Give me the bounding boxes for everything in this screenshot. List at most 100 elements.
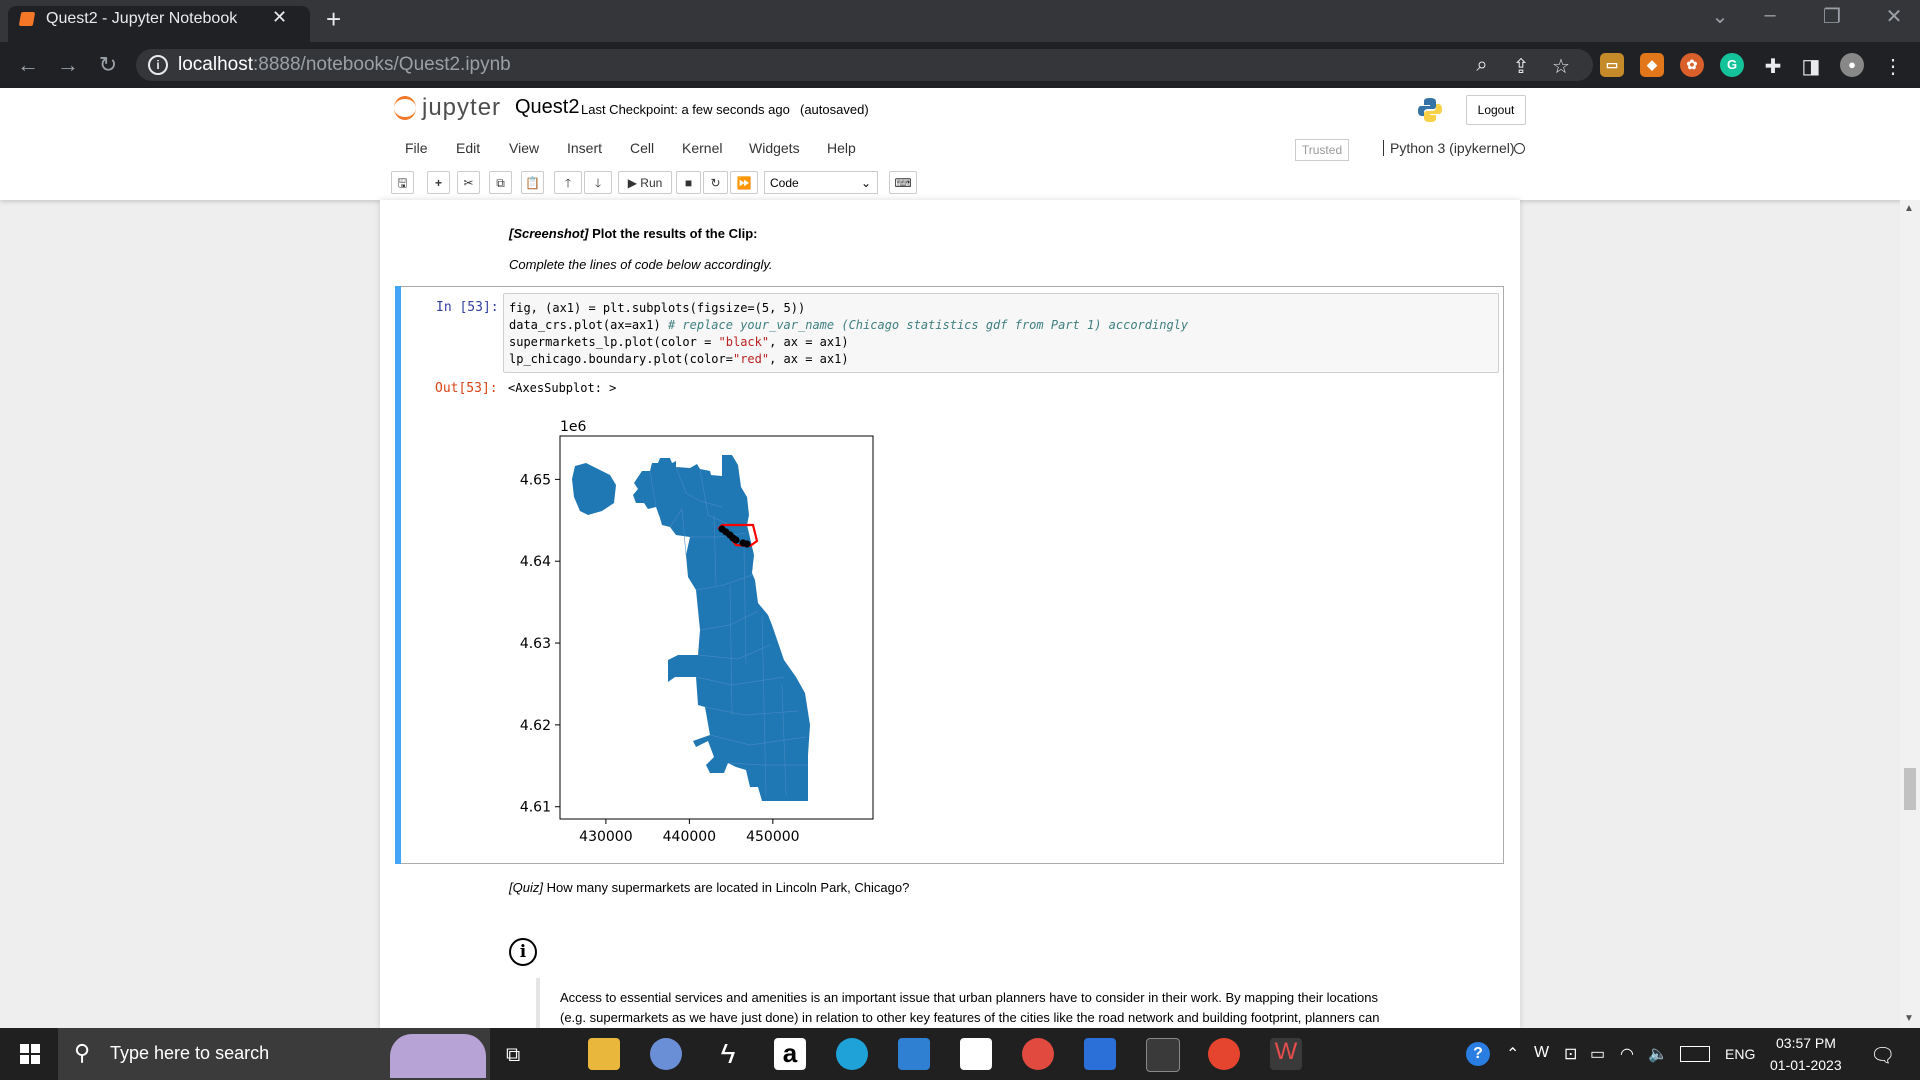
extension-folder-icon[interactable]: ▭	[1600, 53, 1624, 77]
code-line-2-comment: # replace your_var_name (Chicago statist…	[667, 318, 1189, 332]
scroll-up-icon[interactable]: ▲	[1904, 203, 1914, 214]
save-icon[interactable]: 🖫	[391, 171, 414, 194]
tray-chevron-up-icon[interactable]: ⌃	[1506, 1044, 1519, 1064]
command-palette-keyboard-icon[interactable]: ⌨	[889, 171, 917, 194]
y-tick-label: 4.61	[520, 800, 551, 816]
jupyter-logo-text[interactable]: jupyter	[422, 94, 501, 122]
code-line-1: fig, (ax1) = plt.subplots(figsize=(5, 5)…	[509, 301, 805, 315]
tab-search-chevron-icon[interactable]: ⌄	[1700, 4, 1740, 29]
menu-cell[interactable]: Cell	[630, 140, 654, 156]
metamask-extension-icon[interactable]: ◆	[1640, 53, 1664, 77]
app-icon-paint[interactable]	[650, 1038, 682, 1070]
tray-app-icon[interactable]: W	[1534, 1044, 1549, 1062]
kernel-name[interactable]: Python 3 (ipykernel)	[1383, 140, 1515, 156]
chrome-icon[interactable]	[1208, 1038, 1240, 1070]
forward-icon[interactable]: →	[54, 52, 82, 78]
x-tick-label: 430000	[579, 829, 632, 845]
output-text: <AxesSubplot: >	[508, 381, 617, 395]
quiz-question: [Quiz] How many supermarkets are located…	[509, 880, 909, 895]
jupyter-logo-icon[interactable]	[394, 96, 416, 120]
scrollbar-thumb[interactable]	[1904, 768, 1916, 810]
mail-icon[interactable]	[898, 1038, 930, 1070]
site-info-icon[interactable]: i	[148, 55, 168, 75]
restart-run-all-icon[interactable]: ⏩	[730, 171, 758, 194]
app-icon-w[interactable]: W	[1270, 1038, 1302, 1070]
restart-icon[interactable]: ↻	[703, 171, 728, 194]
checkpoint-status: Last Checkpoint: a few seconds ago	[581, 102, 790, 117]
new-tab-icon[interactable]: +	[326, 4, 341, 35]
move-down-icon[interactable]: 🡓	[584, 171, 612, 194]
cut-icon[interactable]: ✂	[457, 171, 480, 194]
help-tray-icon[interactable]: ?	[1466, 1042, 1490, 1066]
extension-flower-icon[interactable]: ✿	[1680, 53, 1704, 77]
grammarly-icon[interactable]: G	[1720, 53, 1744, 77]
keyboard-icon[interactable]	[1680, 1046, 1710, 1062]
output-prompt: Out[53]:	[435, 381, 498, 396]
zoom-icon[interactable]: ⌕	[1469, 54, 1495, 77]
notifications-icon[interactable]: 🗨	[1870, 1043, 1895, 1068]
app-icon-bolt[interactable]: ϟ	[712, 1038, 744, 1070]
side-panel-icon[interactable]: ◨	[1798, 54, 1824, 79]
menu-file[interactable]: File	[405, 140, 428, 156]
minimize-icon[interactable]: –	[1750, 4, 1790, 27]
menu-kernel[interactable]: Kernel	[682, 140, 722, 156]
share-icon[interactable]: ⇪	[1508, 54, 1534, 79]
logout-button[interactable]: Logout	[1466, 95, 1526, 125]
screenshot-heading-text: Plot the results of the Clip:	[588, 226, 758, 241]
insert-cell-icon[interactable]: +	[427, 171, 450, 194]
menu-widgets[interactable]: Widgets	[749, 140, 800, 156]
run-play-icon: ▶	[627, 176, 637, 190]
edge-icon[interactable]	[836, 1038, 868, 1070]
markdown-heading: [Screenshot] Plot the results of the Cli…	[509, 226, 757, 241]
scroll-down-icon[interactable]: ▼	[1904, 1013, 1914, 1024]
notebook-name[interactable]: Quest2	[515, 96, 579, 119]
paste-icon[interactable]: 📋	[521, 171, 544, 194]
menu-edit[interactable]: Edit	[456, 140, 480, 156]
window-close-icon[interactable]: ✕	[1874, 4, 1914, 29]
menu-insert[interactable]: Insert	[567, 140, 602, 156]
volume-icon[interactable]: 🔈	[1648, 1044, 1668, 1064]
terminal-icon[interactable]	[1146, 1038, 1180, 1072]
chevron-down-icon: ⌄	[860, 176, 871, 190]
calendar-icon[interactable]	[1084, 1038, 1116, 1070]
menu-help[interactable]: Help	[827, 140, 856, 156]
browser-menu-icon[interactable]: ⋮	[1880, 54, 1906, 79]
amazon-icon[interactable]: a	[774, 1038, 806, 1070]
selected-cell-indicator	[395, 286, 401, 864]
trusted-badge[interactable]: Trusted	[1295, 139, 1349, 161]
wifi-icon[interactable]: ◠	[1620, 1044, 1634, 1064]
store-icon[interactable]	[960, 1038, 992, 1070]
page-scrollbar[interactable]	[1900, 200, 1920, 1028]
cell-type-select[interactable]: Code ⌄	[764, 171, 878, 194]
profile-avatar[interactable]: ●	[1840, 53, 1864, 77]
task-view-icon[interactable]: ⧉	[506, 1044, 520, 1067]
restore-icon[interactable]: ❐	[1812, 4, 1852, 29]
bookmark-star-icon[interactable]: ☆	[1548, 54, 1574, 79]
file-explorer-icon[interactable]	[588, 1038, 620, 1070]
offset-label: 1e6	[560, 419, 587, 435]
markdown-instructions: Complete the lines of code below accordi…	[509, 257, 773, 272]
copy-icon[interactable]: ⧉	[489, 171, 512, 194]
jupyter-favicon-icon	[18, 12, 36, 26]
back-icon[interactable]: ←	[14, 52, 42, 78]
y-tick-label: 4.63	[520, 636, 551, 652]
extensions-puzzle-icon[interactable]: ✚	[1760, 54, 1786, 79]
run-button[interactable]: ▶ Run	[618, 171, 672, 194]
clock-time[interactable]: 03:57 PM	[1776, 1035, 1836, 1051]
battery-icon[interactable]: ▭	[1590, 1044, 1605, 1064]
url-text[interactable]: localhost:8888/notebooks/Quest2.ipynb	[178, 54, 511, 76]
input-language[interactable]: ENG	[1725, 1046, 1755, 1062]
reload-icon[interactable]: ↻	[94, 52, 122, 78]
move-up-icon[interactable]: 🡑	[554, 171, 582, 194]
taskbar-search-placeholder[interactable]: Type here to search	[110, 1043, 269, 1064]
y-tick-label: 4.65	[520, 472, 551, 488]
tray-meet-icon[interactable]: ⊡	[1564, 1044, 1577, 1064]
clock-date[interactable]: 01-01-2023	[1770, 1057, 1842, 1073]
code-line-3-string: "black"	[718, 335, 770, 349]
menu-view[interactable]: View	[509, 140, 539, 156]
tab-close-icon[interactable]: ✕	[272, 7, 287, 28]
app-icon-red[interactable]	[1022, 1038, 1054, 1070]
windows-start-icon[interactable]	[20, 1044, 40, 1064]
interrupt-icon[interactable]: ■	[676, 171, 701, 194]
map-plot: 1e6 4.61 4.62 4.63 4.64 4.65 430000 440000 450…	[520, 419, 874, 845]
